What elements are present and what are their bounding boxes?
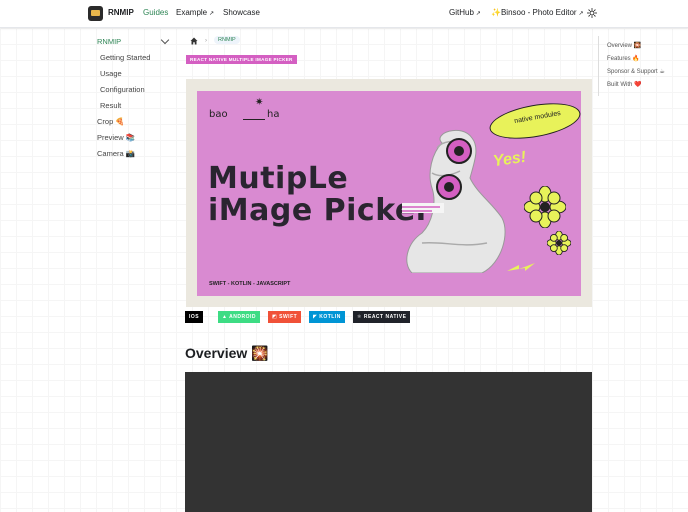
sidebar-item-preview[interactable]: Preview 📚	[97, 133, 135, 142]
toc-item-features[interactable]: Features 🔥	[607, 55, 640, 62]
badge-kotlin-label: KOTLIN	[319, 314, 341, 320]
badge-ios: IOS	[185, 311, 204, 323]
nav-example-link[interactable]: Example ↗	[176, 8, 214, 17]
external-link-icon: ↗	[209, 11, 215, 17]
banner-yes-text: Yes!	[491, 148, 528, 171]
external-link-icon: ↗	[475, 11, 481, 17]
badge-android: ▲ ANDROID	[218, 311, 260, 323]
nav-showcase-link[interactable]: Showcase	[223, 8, 260, 17]
logo-icon[interactable]	[88, 6, 103, 21]
small-flower-icon	[547, 231, 571, 255]
breadcrumb-current: RNMIP	[214, 36, 240, 44]
table-of-contents: Overview 🎇 Features 🔥 Sponsor & Support …	[598, 36, 688, 96]
nav-guides-link[interactable]: Guides	[143, 8, 168, 17]
badge-swift-label: SWIFT	[279, 314, 298, 320]
toc-item-built-with[interactable]: Built With ❤️	[607, 81, 641, 88]
banner-logo-right: ha	[267, 109, 280, 120]
sidebar-item-rnmip[interactable]: RNMIP	[97, 37, 121, 46]
banner-logo-left: bao	[209, 109, 228, 120]
banner-title-line2: iMage Picker	[208, 193, 431, 228]
toc-item-sponsor[interactable]: Sponsor & Support ☕	[607, 68, 665, 75]
badge-react-native-label: REACT NATIVE	[363, 314, 407, 320]
asterisk-icon: ✷	[255, 97, 264, 108]
flower-icon	[524, 186, 566, 228]
sidebar-item-result[interactable]: Result	[100, 101, 121, 110]
badge-kotlin: ◤ KOTLIN	[309, 311, 345, 323]
overview-heading: Overview 🎇	[185, 345, 269, 361]
banner-title-line1: MutipLe	[208, 161, 349, 196]
toc-item-overview[interactable]: Overview 🎇	[607, 42, 641, 49]
video-embed[interactable]	[185, 372, 592, 512]
header-badge: REACT NATIVE MULTIPLE IMAGE PICKER	[186, 55, 297, 64]
banner-logo-divider	[243, 119, 265, 120]
sidebar-item-getting-started[interactable]: Getting Started	[100, 53, 150, 62]
sidebar-item-configuration[interactable]: Configuration	[100, 85, 145, 94]
badge-swift: ◩ SWIFT	[268, 311, 302, 323]
badge-android-label: ANDROID	[229, 314, 256, 320]
sidebar-item-crop[interactable]: Crop 🍕	[97, 117, 125, 126]
nav-github-label: GitHub	[449, 8, 474, 17]
banner-image: bao ✷ ha MutipLe iMage Picker SWIFT - KO…	[197, 91, 581, 296]
badge-react-native: ⚛ REACT NATIVE	[353, 311, 411, 323]
nav-github-link[interactable]: GitHub ↗	[449, 8, 481, 17]
sidebar-item-usage[interactable]: Usage	[100, 69, 122, 78]
nav-binsoo-label: ✨Binsoo - Photo Editor	[491, 8, 577, 17]
brand-title[interactable]: RNMIP	[108, 8, 134, 17]
theme-toggle-sun-icon[interactable]	[587, 8, 597, 18]
nav-binsoo-link[interactable]: ✨Binsoo - Photo Editor ↗	[491, 8, 584, 17]
top-navbar: RNMIP Guides Example ↗ Showcase GitHub ↗ ✨…	[0, 0, 688, 28]
home-icon[interactable]	[190, 37, 198, 45]
sidebar-item-camera[interactable]: Camera 📸	[97, 149, 135, 158]
external-link-icon: ↗	[578, 11, 584, 17]
banner-subtitle: SWIFT - KOTLIN - JAVASCRIPT	[209, 281, 291, 287]
badge-ios-label: IOS	[189, 314, 200, 320]
statue-bust-illustration	[402, 129, 506, 273]
breadcrumb-separator: ›	[205, 38, 207, 44]
react-icon: ⚛	[357, 314, 364, 320]
lightning-icon	[507, 263, 535, 271]
nav-example-label: Example	[176, 8, 208, 17]
